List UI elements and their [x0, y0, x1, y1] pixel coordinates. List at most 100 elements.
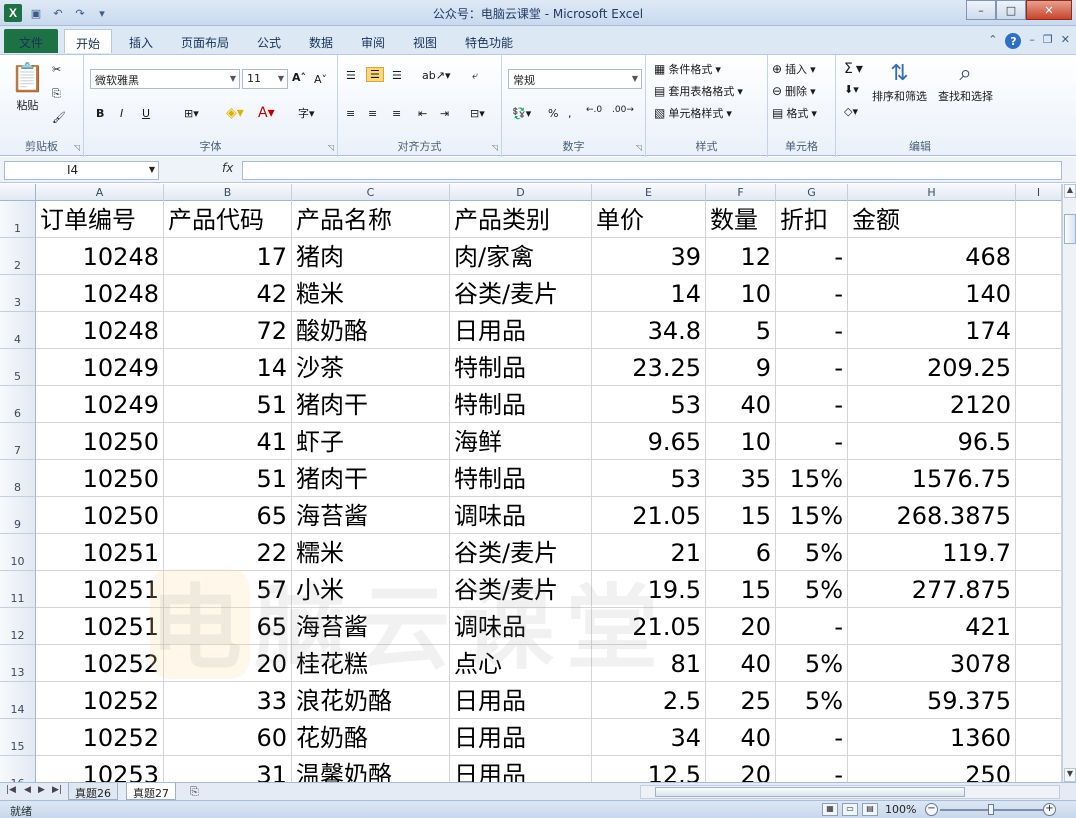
align-top-icon[interactable]: ☰ — [346, 69, 356, 82]
header-cell[interactable]: 折扣 — [776, 201, 848, 238]
table-cell[interactable]: 34 — [592, 719, 706, 756]
table-cell[interactable]: 2.5 — [592, 682, 706, 719]
clipboard-launcher-icon[interactable]: ◹ — [74, 143, 80, 152]
table-cell[interactable]: 谷类/麦片 — [450, 275, 592, 312]
table-cell[interactable]: 谷类/麦片 — [450, 534, 592, 571]
table-cell[interactable]: 5% — [776, 682, 848, 719]
doc-close-icon[interactable]: ✕ — [1061, 33, 1070, 49]
increase-indent-icon[interactable]: ⇥ — [440, 107, 449, 120]
row-header[interactable]: 3 — [0, 275, 36, 312]
table-cell[interactable]: 小米 — [292, 571, 450, 608]
table-cell[interactable]: 10252 — [36, 682, 164, 719]
empty-cell[interactable] — [1016, 349, 1062, 386]
table-cell[interactable]: 51 — [164, 386, 292, 423]
clear-icon[interactable]: ◇▾ — [844, 105, 858, 118]
table-cell[interactable]: 39 — [592, 238, 706, 275]
row-header[interactable]: 12 — [0, 608, 36, 645]
table-cell[interactable]: 日用品 — [450, 756, 592, 782]
table-cell[interactable]: - — [776, 423, 848, 460]
next-sheet-icon[interactable]: ▶ — [38, 785, 45, 795]
merge-center-icon[interactable]: ⊟▾ — [470, 107, 485, 120]
vertical-scroll-thumb[interactable] — [1064, 214, 1076, 244]
row-header[interactable]: 13 — [0, 645, 36, 682]
normal-view-icon[interactable]: ▦ — [822, 803, 838, 816]
tab-formulas[interactable]: 公式 — [252, 29, 286, 53]
horizontal-scrollbar[interactable] — [640, 785, 1060, 799]
table-cell[interactable]: 10 — [706, 275, 776, 312]
column-header-c[interactable]: C — [292, 184, 450, 201]
table-cell[interactable]: 5% — [776, 645, 848, 682]
font-name-combo[interactable]: 微软雅黑 ▼ — [90, 69, 240, 89]
row-header[interactable]: 1 — [0, 201, 36, 238]
column-header-d[interactable]: D — [450, 184, 592, 201]
table-cell[interactable]: - — [776, 608, 848, 645]
insert-button[interactable]: ⊕ 插入 ▾ — [772, 61, 816, 77]
header-cell[interactable]: 产品类别 — [450, 201, 592, 238]
align-middle-icon[interactable]: ☰ — [366, 67, 384, 82]
empty-cell[interactable] — [1016, 238, 1062, 275]
table-cell[interactable]: 5% — [776, 534, 848, 571]
table-cell[interactable]: 5 — [706, 312, 776, 349]
table-cell[interactable]: 10248 — [36, 275, 164, 312]
table-cell[interactable]: - — [776, 719, 848, 756]
zoom-out-icon[interactable]: − — [925, 803, 938, 816]
fill-color-icon[interactable]: ◈▾ — [226, 105, 244, 121]
border-icon[interactable]: ⊞▾ — [184, 107, 199, 120]
close-button[interactable]: ✕ — [1026, 0, 1072, 20]
table-cell[interactable]: 9 — [706, 349, 776, 386]
insert-function-icon[interactable]: fx — [222, 161, 233, 175]
help-icon[interactable]: ? — [1005, 33, 1022, 49]
row-header[interactable]: 15 — [0, 719, 36, 756]
table-cell[interactable]: - — [776, 238, 848, 275]
row-header[interactable]: 10 — [0, 534, 36, 571]
vertical-scrollbar[interactable]: ▲ ▼ — [1062, 184, 1076, 782]
table-cell[interactable]: 15% — [776, 497, 848, 534]
empty-cell[interactable] — [1016, 312, 1062, 349]
table-cell[interactable]: 174 — [848, 312, 1016, 349]
table-cell[interactable]: 72 — [164, 312, 292, 349]
autosum-button[interactable]: Σ ▾ — [844, 61, 863, 77]
table-cell[interactable]: 14 — [592, 275, 706, 312]
table-cell[interactable]: 15% — [776, 460, 848, 497]
table-cell[interactable]: 猪肉干 — [292, 460, 450, 497]
worksheet-grid[interactable]: ABCDEFGHI 1 订单编号 产品代码 产品名称 产品类别 单价 数量 折扣 金额 2 1024… — [0, 184, 1062, 782]
first-sheet-icon[interactable]: |◀ — [6, 785, 16, 795]
select-all-corner[interactable] — [0, 184, 36, 201]
page-layout-view-icon[interactable]: ▭ — [842, 803, 858, 816]
format-as-table-button[interactable]: ▤ 套用表格格式 ▾ — [654, 83, 743, 99]
table-cell[interactable]: 15 — [706, 571, 776, 608]
row-header[interactable]: 8 — [0, 460, 36, 497]
table-cell[interactable]: 40 — [706, 719, 776, 756]
table-cell[interactable]: 10252 — [36, 645, 164, 682]
table-cell[interactable]: 10250 — [36, 423, 164, 460]
row-header[interactable]: 11 — [0, 571, 36, 608]
table-cell[interactable]: 2120 — [848, 386, 1016, 423]
row-header[interactable]: 7 — [0, 423, 36, 460]
tab-page-layout[interactable]: 页面布局 — [176, 29, 234, 53]
table-cell[interactable]: 60 — [164, 719, 292, 756]
table-cell[interactable]: 25 — [706, 682, 776, 719]
page-break-view-icon[interactable]: ▤ — [862, 803, 878, 816]
table-cell[interactable]: 59.375 — [848, 682, 1016, 719]
table-cell[interactable]: - — [776, 386, 848, 423]
table-cell[interactable]: 277.875 — [848, 571, 1016, 608]
table-cell[interactable]: 17 — [164, 238, 292, 275]
tab-home[interactable]: 开始 — [64, 29, 112, 53]
number-launcher-icon[interactable]: ◹ — [636, 143, 642, 152]
table-cell[interactable]: 51 — [164, 460, 292, 497]
tab-review[interactable]: 审阅 — [356, 29, 390, 53]
table-cell[interactable]: 12 — [706, 238, 776, 275]
grow-font-icon[interactable]: A˄ — [292, 71, 306, 84]
shrink-font-icon[interactable]: A˅ — [314, 73, 327, 86]
table-cell[interactable]: 桂花糕 — [292, 645, 450, 682]
table-cell[interactable]: 10248 — [36, 312, 164, 349]
table-cell[interactable]: 猪肉 — [292, 238, 450, 275]
table-cell[interactable]: 5% — [776, 571, 848, 608]
font-size-combo[interactable]: 11 ▼ — [242, 69, 288, 89]
empty-cell[interactable] — [1016, 534, 1062, 571]
cut-icon[interactable]: ✂ — [52, 63, 61, 76]
wrap-text-icon[interactable]: ⤶ — [472, 69, 478, 83]
table-cell[interactable]: 海苔酱 — [292, 608, 450, 645]
table-cell[interactable]: 65 — [164, 497, 292, 534]
phonetic-icon[interactable]: 字▾ — [298, 105, 315, 121]
